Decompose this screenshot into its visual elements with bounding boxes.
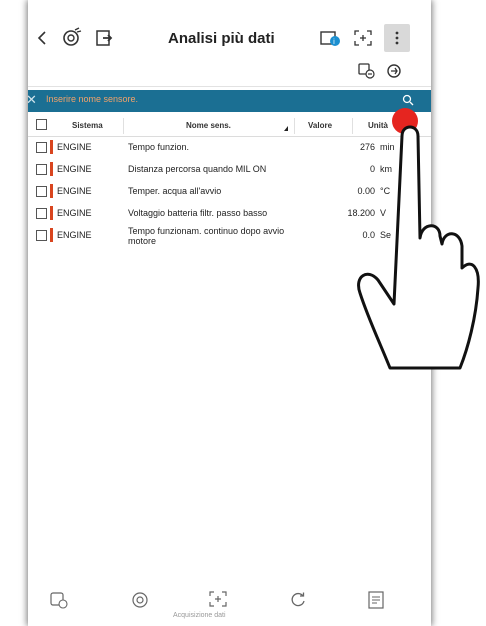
sensor-search-bar: ✕ <box>26 90 431 112</box>
row-checkbox[interactable] <box>36 142 47 153</box>
record-icon[interactable] <box>208 590 228 608</box>
secondary-toolbar <box>28 60 431 87</box>
row-sensor-name: Distanza percorsa quando MIL ON <box>128 164 267 174</box>
top-toolbar: Analisi più dati i <box>28 18 431 58</box>
row-system: ENGINE <box>57 142 92 152</box>
row-sensor-name: Voltaggio batteria filtr. passo basso <box>128 208 268 218</box>
export-icon[interactable] <box>94 26 116 50</box>
row-checkbox[interactable] <box>36 186 47 197</box>
column-header-system[interactable]: Sistema <box>72 121 103 130</box>
row-system: ENGINE <box>57 230 92 240</box>
system-tag <box>50 162 53 176</box>
record-frame-icon[interactable] <box>352 26 374 50</box>
select-all-checkbox[interactable] <box>36 119 47 130</box>
page-title: Analisi più dati <box>168 30 275 47</box>
row-system: ENGINE <box>57 208 92 218</box>
refresh-icon[interactable] <box>288 590 308 610</box>
bottom-toolbar: Acquisizione dati <box>28 588 431 626</box>
row-checkbox[interactable] <box>36 208 47 219</box>
system-tag <box>50 206 53 220</box>
system-tag <box>50 140 53 154</box>
clear-search-icon[interactable]: ✕ <box>26 92 37 108</box>
target-icon[interactable] <box>130 590 150 610</box>
car-diagnostics-icon[interactable] <box>48 590 70 610</box>
system-tag <box>50 228 53 242</box>
svg-text:i: i <box>333 38 335 46</box>
record-label: Acquisizione dati <box>173 612 226 619</box>
row-sensor-name: Tempo funzionam. continuo dopo avvio mot… <box>128 226 285 246</box>
more-menu-button[interactable] <box>384 24 410 52</box>
system-tag <box>50 184 53 198</box>
report-icon[interactable] <box>366 590 386 610</box>
back-icon[interactable] <box>34 26 50 50</box>
pointing-hand-icon <box>350 118 480 383</box>
engine-alt-icon[interactable] <box>384 62 404 85</box>
battery-info-icon[interactable]: i <box>318 26 342 50</box>
sort-indicator-icon <box>284 126 288 131</box>
column-header-name[interactable]: Nome sens. <box>186 121 231 130</box>
row-checkbox[interactable] <box>36 164 47 175</box>
car-settings-icon[interactable] <box>356 62 376 85</box>
sensor-search-input[interactable] <box>46 94 406 104</box>
row-system: ENGINE <box>57 164 92 174</box>
row-system: ENGINE <box>57 186 92 196</box>
row-sensor-name: Tempo funzion. <box>128 142 190 152</box>
row-checkbox[interactable] <box>36 230 47 241</box>
row-sensor-name: Temper. acqua all'avvio <box>128 186 222 196</box>
vehicle-scan-icon[interactable] <box>58 26 84 50</box>
column-header-value[interactable]: Valore <box>308 121 332 130</box>
